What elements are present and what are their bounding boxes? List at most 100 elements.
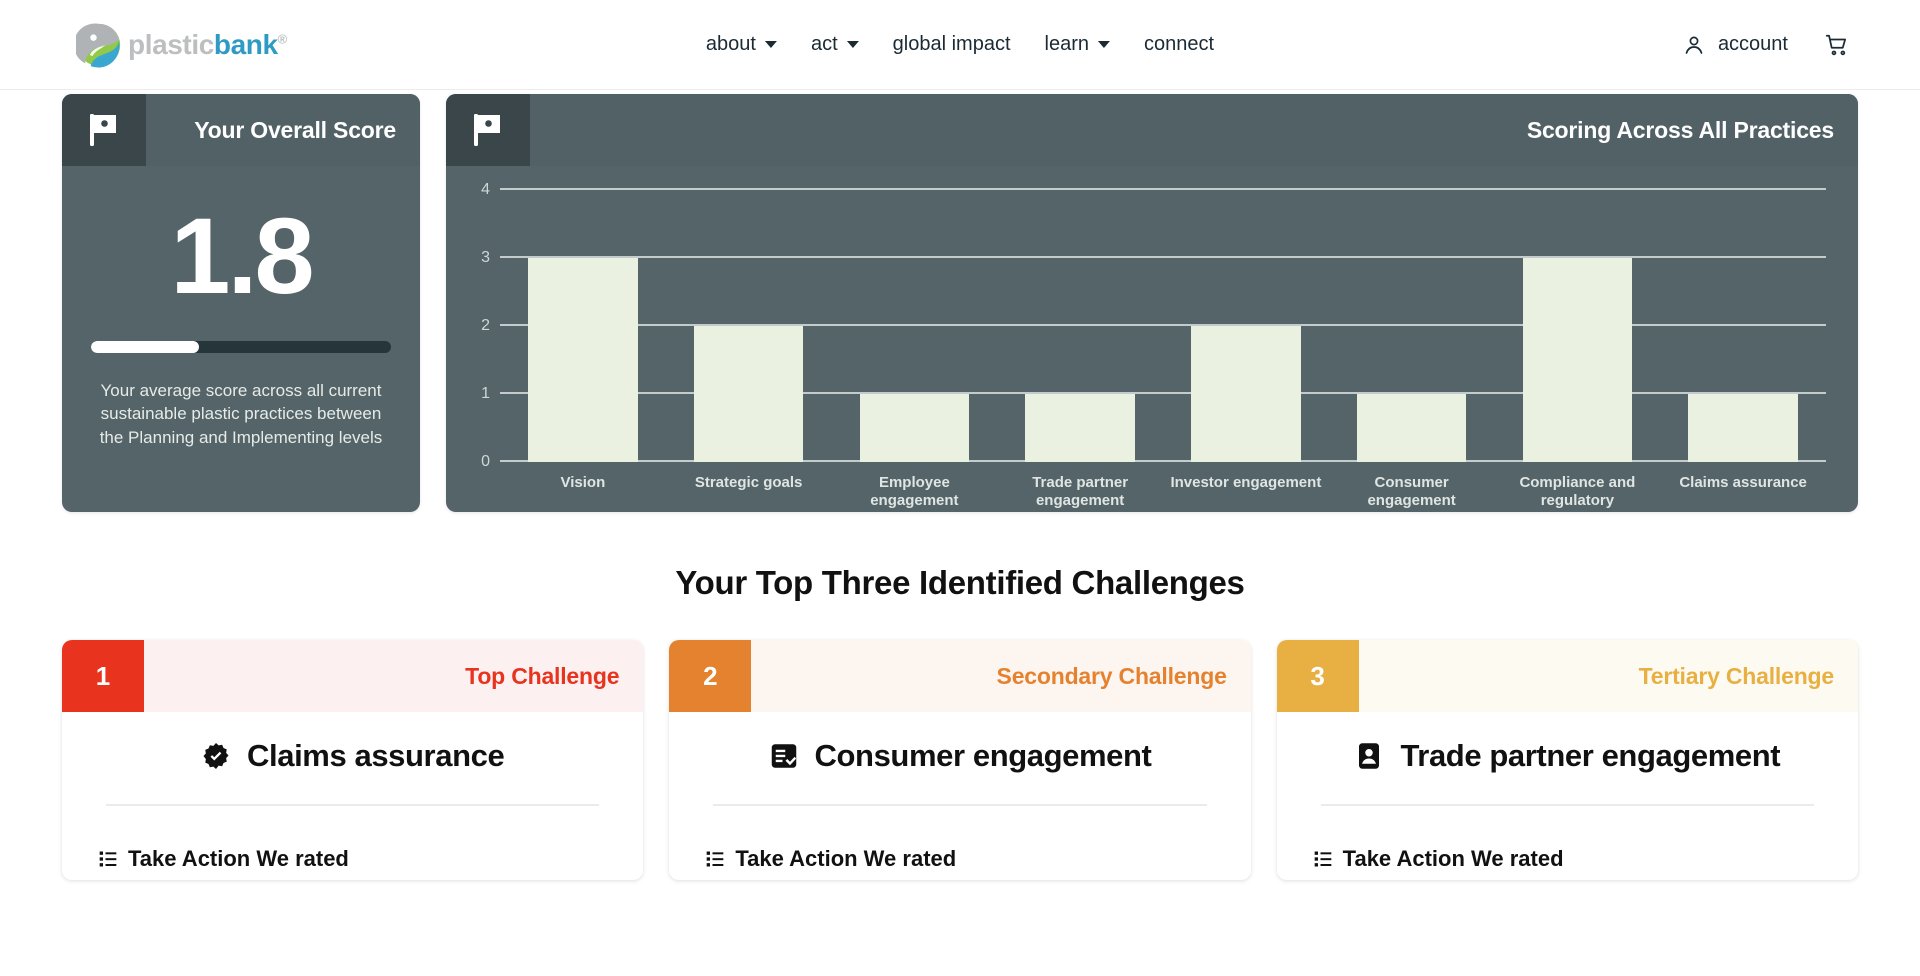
list-icon	[1313, 849, 1333, 869]
chart-x-tick-label: Investor engagement	[1170, 474, 1322, 491]
challenge-rank-badge: 1	[62, 640, 144, 712]
flag-icon-container	[62, 94, 146, 166]
score-progress-fill	[91, 340, 199, 353]
account-label: account	[1717, 33, 1788, 55]
challenge-subheading-label: Take Action We rated	[128, 846, 349, 871]
logo-word-plastic: plastic	[128, 28, 214, 60]
chart-bar	[859, 394, 970, 462]
chart-bar	[1522, 258, 1633, 462]
scoring-bar-chart: 0 1 2 3 4 Vision Strategic goals Employee enga…	[446, 166, 1858, 512]
challenge-subheading: Take Action We rated	[98, 846, 607, 872]
chart-bar-column	[500, 190, 666, 462]
account-link[interactable]: account	[1682, 33, 1788, 57]
nav-item-connect-label: connect	[1144, 33, 1215, 55]
chart-y-tick-label: 3	[481, 249, 490, 266]
challenge-card-body: Claims assurance Take Action We rated	[62, 712, 643, 872]
challenge-subheading-label: Take Action We rated	[1342, 846, 1564, 871]
chart-bar-column	[832, 190, 998, 462]
chart-x-tick-label: Claims assurance	[1679, 474, 1807, 491]
challenge-card-header: 1 Top Challenge	[62, 640, 644, 712]
scoring-chart-title: Scoring Across All Practices	[1526, 116, 1834, 143]
clipboard-check-icon	[769, 741, 799, 771]
cart-button[interactable]	[1824, 32, 1850, 58]
chart-bars	[500, 190, 1826, 462]
chart-y-tick-label: 2	[481, 317, 490, 334]
shopping-cart-icon	[1824, 32, 1850, 58]
overall-score-description: Your average score across all current su…	[99, 380, 383, 447]
chart-bar	[1025, 394, 1135, 462]
overall-score-title: Your Overall Score	[194, 116, 396, 143]
challenge-card-header: 2 Secondary Challenge	[669, 640, 1251, 712]
chart-bar-column	[1660, 190, 1826, 462]
overall-score-body: 1.8 Your average score across all curren…	[62, 166, 420, 479]
challenge-subheading-label: Take Action We rated	[735, 846, 957, 871]
logo-word-bank: bank	[213, 28, 278, 60]
challenge-card-body: Trade partner engagement Take Action We r…	[1277, 712, 1858, 872]
challenge-card-body: Consumer engagement Take Action We rated	[669, 712, 1250, 872]
challenge-card-3[interactable]: 3 Tertiary Challenge Trade partner engagem…	[1276, 640, 1858, 880]
chart-x-tick-label: Trade partner engagement	[1032, 474, 1129, 510]
chevron-down-icon	[846, 41, 859, 48]
logo-registered-mark: ®	[277, 31, 288, 47]
overall-score-card-header: Your Overall Score	[62, 94, 420, 166]
plasticbank-logo-icon	[76, 22, 122, 68]
nav-utility-links: account	[1682, 32, 1850, 58]
list-icon	[705, 849, 725, 869]
chart-bar	[1191, 326, 1301, 462]
challenge-card-2[interactable]: 2 Secondary Challenge Consumer engagement T…	[669, 640, 1251, 880]
challenge-card-1[interactable]: 1 Top Challenge Claims assurance Take Actio…	[62, 640, 644, 880]
chart-y-tick-label: 4	[481, 181, 490, 198]
challenge-kicker-label: Tertiary Challenge	[1638, 662, 1835, 689]
chart-x-tick-label: Employee engagement	[870, 474, 959, 510]
nav-item-learn[interactable]: learn	[1045, 33, 1111, 56]
chart-bar	[528, 258, 638, 462]
nav-item-about-label: about	[705, 33, 756, 55]
chart-y-tick-label: 0	[481, 453, 490, 470]
scoring-chart-card-header: Scoring Across All Practices	[446, 94, 1858, 166]
dashboard-cards-row: Your Overall Score 1.8 Your average scor…	[0, 90, 1920, 512]
challenge-subheading: Take Action We rated	[705, 846, 1214, 872]
chart-bar-column	[1329, 190, 1495, 462]
challenge-divider	[106, 804, 600, 806]
chart-bar	[1356, 394, 1467, 462]
flag-icon-container	[446, 94, 530, 166]
challenge-name-row: Claims assurance	[98, 738, 607, 804]
list-icon	[98, 849, 118, 869]
nav-item-act-label: act	[810, 33, 838, 55]
flag-icon	[470, 111, 506, 149]
chart-x-tick-label: Compliance and regulatory	[1519, 474, 1636, 510]
nav-item-about[interactable]: about	[706, 33, 777, 56]
challenge-name: Trade partner engagement	[1400, 738, 1781, 773]
chart-x-tick-label: Consumer engagement	[1367, 474, 1456, 510]
challenge-divider	[713, 804, 1207, 806]
chart-y-tick-label: 1	[481, 385, 490, 402]
challenge-kicker-label: Top Challenge	[465, 662, 620, 689]
nav-item-connect[interactable]: connect	[1144, 33, 1214, 56]
challenge-subheading: Take Action We rated	[1313, 846, 1822, 872]
chart-bar	[1688, 394, 1798, 462]
challenge-name: Consumer engagement	[814, 738, 1152, 773]
nav-item-global-impact[interactable]: global impact	[893, 33, 1011, 56]
chart-plot-area: 0 1 2 3 4	[481, 182, 1826, 470]
challenges-heading: Your Top Three Identified Challenges	[675, 564, 1245, 601]
flag-icon	[86, 111, 122, 149]
challenge-kicker-label: Secondary Challenge	[996, 662, 1227, 689]
chart-bar	[693, 326, 804, 462]
site-logo[interactable]: plasticbank®	[76, 22, 287, 68]
nav-item-global-impact-label: global impact	[892, 33, 1011, 55]
chevron-down-icon	[764, 41, 777, 48]
challenge-name-row: Consumer engagement	[705, 738, 1214, 804]
chart-bar-column	[1495, 190, 1661, 462]
challenge-rank-badge: 2	[669, 640, 752, 712]
badge-check-icon	[201, 741, 231, 771]
chart-x-tick-label: Strategic goals	[694, 474, 803, 491]
overall-score-value: 1.8	[170, 195, 314, 316]
person-icon	[1682, 33, 1706, 57]
chart-bar-column	[997, 190, 1163, 462]
top-navigation-bar: plasticbank® about act global impact lea…	[0, 0, 1920, 90]
contact-card-icon	[1354, 741, 1384, 771]
logo-wordmark: plasticbank®	[128, 29, 287, 61]
chart-bar-column	[1163, 190, 1329, 462]
challenge-rank-badge: 3	[1276, 640, 1359, 712]
nav-item-act[interactable]: act	[811, 33, 859, 56]
